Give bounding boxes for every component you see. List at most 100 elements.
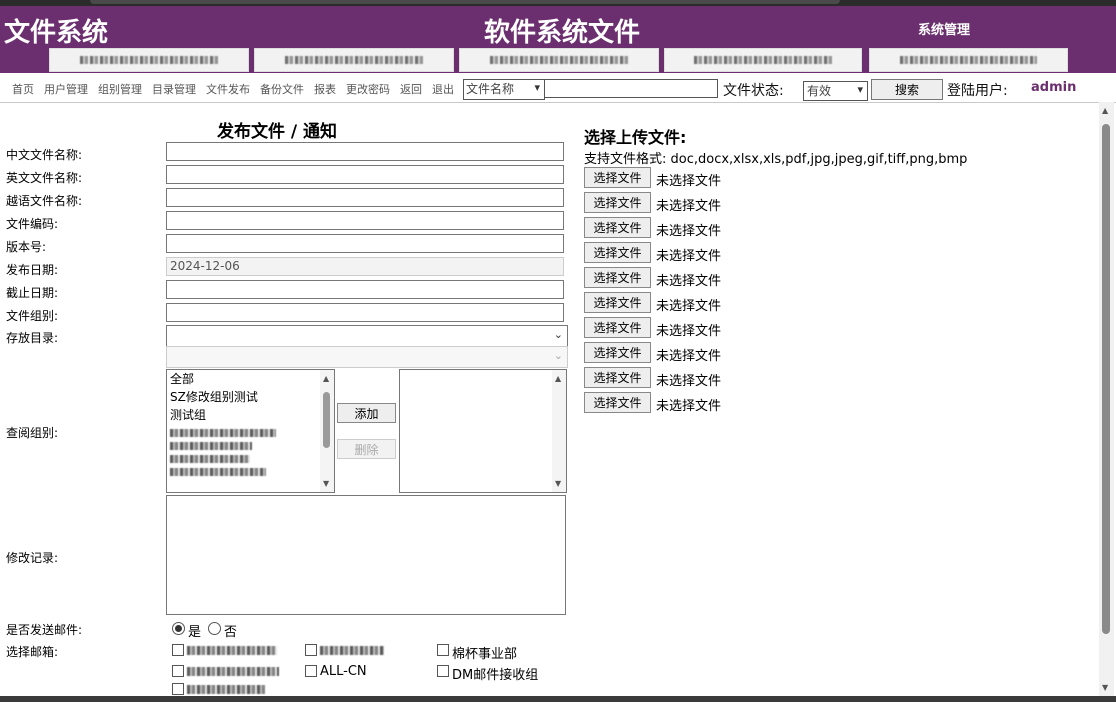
send-mail-no-label: 否 xyxy=(224,625,238,640)
choose-file-button[interactable]: 选择文件 xyxy=(584,292,651,313)
header-tab-3[interactable] xyxy=(459,48,659,72)
group-option[interactable]: 测试组 xyxy=(167,406,334,424)
search-field-select[interactable]: 文件名称 ▾ xyxy=(463,79,545,100)
system-manage-link[interactable]: 系统管理 xyxy=(918,19,970,38)
choose-file-button[interactable]: 选择文件 xyxy=(584,267,651,288)
choose-file-button[interactable]: 选择文件 xyxy=(584,192,651,213)
nav-report[interactable]: 报表 xyxy=(314,81,336,97)
header-tab-1[interactable] xyxy=(49,48,249,72)
nav-back[interactable]: 返回 xyxy=(400,81,422,97)
scroll-up-icon[interactable]: ▲ xyxy=(323,374,329,383)
store-dir-select[interactable]: ⌄ xyxy=(166,325,568,347)
send-mail-yes-radio[interactable] xyxy=(172,622,185,635)
page-title: 软件系统文件 xyxy=(484,18,641,48)
nav-group-manage[interactable]: 组别管理 xyxy=(98,81,142,97)
deadline-input[interactable] xyxy=(166,280,564,299)
send-mail-label: 是否发送邮件: xyxy=(6,623,83,637)
group-option-redacted[interactable] xyxy=(170,442,252,450)
file-status-select[interactable]: 有效 ▾ xyxy=(803,81,868,101)
list-scrollbar[interactable]: ▲ ▼ xyxy=(552,370,566,492)
choose-file-button[interactable]: 选择文件 xyxy=(584,342,651,363)
available-groups-list[interactable]: 全部 SZ修改组别测试 测试组 ▲ ▼ xyxy=(166,369,335,493)
group-option[interactable]: 全部 xyxy=(167,370,334,388)
login-user-label: 登陆用户: xyxy=(947,83,1008,99)
send-mail-no-radio[interactable] xyxy=(208,622,221,635)
redacted-text xyxy=(694,56,832,64)
file-code-input[interactable] xyxy=(166,211,564,230)
mailbox-checkbox[interactable] xyxy=(172,644,184,656)
scroll-down-icon[interactable]: ▼ xyxy=(1102,683,1108,692)
redacted-text xyxy=(284,56,424,64)
login-username: admin xyxy=(1031,80,1077,95)
mailbox-label-redacted xyxy=(187,646,277,655)
scroll-up-icon[interactable]: ▲ xyxy=(1102,106,1108,115)
scroll-down-icon[interactable]: ▼ xyxy=(323,479,329,488)
no-file-label: 未选择文件 xyxy=(656,274,722,289)
mailbox-checkbox[interactable] xyxy=(172,683,184,695)
choose-file-button[interactable]: 选择文件 xyxy=(584,392,651,413)
mailbox-checkbox[interactable] xyxy=(305,644,317,656)
choose-file-button[interactable]: 选择文件 xyxy=(584,317,651,338)
mailbox-label: 棉杯事业部 xyxy=(452,647,518,662)
group-option-redacted[interactable] xyxy=(170,429,276,437)
header-tab-4[interactable] xyxy=(664,48,862,72)
send-mail-yes-label: 是 xyxy=(188,625,202,640)
file-group-label: 文件组别: xyxy=(6,309,59,323)
search-input[interactable] xyxy=(544,79,718,98)
page: 文件系统 软件系统文件 系统管理 首页 用户管理 组别管理 目录管理 文件发布 … xyxy=(0,6,1116,696)
window-bottom-edge xyxy=(0,696,1116,702)
vn-name-input[interactable] xyxy=(166,188,564,207)
file-group-input[interactable] xyxy=(166,303,564,322)
mailbox-label-redacted xyxy=(187,667,279,676)
scroll-thumb[interactable] xyxy=(323,392,330,448)
browser-frame: 文件系统 软件系统文件 系统管理 首页 用户管理 组别管理 目录管理 文件发布 … xyxy=(0,0,1116,702)
no-file-label: 未选择文件 xyxy=(656,324,722,339)
header-tab-5[interactable] xyxy=(869,48,1068,72)
redacted-text xyxy=(79,56,219,64)
page-scrollbar[interactable]: ▲ ▼ xyxy=(1099,102,1114,696)
scroll-down-icon[interactable]: ▼ xyxy=(555,479,561,488)
choose-file-button[interactable]: 选择文件 xyxy=(584,367,651,388)
store-dir-label: 存放目录: xyxy=(6,331,59,345)
version-input[interactable] xyxy=(166,234,564,253)
scroll-up-icon[interactable]: ▲ xyxy=(555,374,561,383)
view-group-label: 查阅组别: xyxy=(6,426,59,440)
mailbox-checkbox[interactable] xyxy=(437,665,449,677)
nav-change-password[interactable]: 更改密码 xyxy=(346,81,390,97)
change-log-textarea[interactable] xyxy=(166,495,566,615)
mailbox-checkbox[interactable] xyxy=(172,665,184,677)
nav-home[interactable]: 首页 xyxy=(12,81,34,97)
group-option-redacted[interactable] xyxy=(170,455,250,463)
chevron-down-icon: ▾ xyxy=(857,83,863,96)
selected-groups-list[interactable]: ▲ ▼ xyxy=(399,369,567,493)
nav-dir-manage[interactable]: 目录管理 xyxy=(152,81,196,97)
nav-backup-files[interactable]: 备份文件 xyxy=(260,81,304,97)
no-file-label: 未选择文件 xyxy=(656,249,722,264)
no-file-label: 未选择文件 xyxy=(656,199,722,214)
mailbox-checkbox[interactable] xyxy=(305,665,317,677)
window-tab-strip xyxy=(90,0,840,4)
choose-file-button[interactable]: 选择文件 xyxy=(584,167,651,188)
cn-name-label: 中文文件名称: xyxy=(6,148,83,162)
header-tab-2[interactable] xyxy=(254,48,454,72)
upload-title: 选择上传文件: xyxy=(584,128,687,147)
cn-name-input[interactable] xyxy=(166,142,564,161)
choose-file-button[interactable]: 选择文件 xyxy=(584,217,651,238)
mailbox-checkbox[interactable] xyxy=(437,644,449,656)
nav-logout[interactable]: 退出 xyxy=(432,81,454,97)
group-option[interactable]: SZ修改组别测试 xyxy=(167,388,334,406)
nav-file-publish[interactable]: 文件发布 xyxy=(206,81,250,97)
group-option-redacted[interactable] xyxy=(170,468,266,476)
chevron-down-icon: ⌄ xyxy=(553,349,563,362)
change-log-label: 修改记录: xyxy=(6,551,59,565)
form-title: 发布文件 / 通知 xyxy=(217,122,338,142)
choose-file-button[interactable]: 选择文件 xyxy=(584,242,651,263)
mailbox-label: DM邮件接收组 xyxy=(452,668,539,683)
add-group-button[interactable]: 添加 xyxy=(337,403,396,423)
nav-user-manage[interactable]: 用户管理 xyxy=(44,81,88,97)
search-button[interactable]: 搜索 xyxy=(871,79,943,100)
list-scrollbar[interactable]: ▲ ▼ xyxy=(320,370,334,492)
page-scroll-thumb[interactable] xyxy=(1102,124,1110,634)
chevron-down-icon: ▾ xyxy=(534,81,540,94)
en-name-input[interactable] xyxy=(166,165,564,184)
